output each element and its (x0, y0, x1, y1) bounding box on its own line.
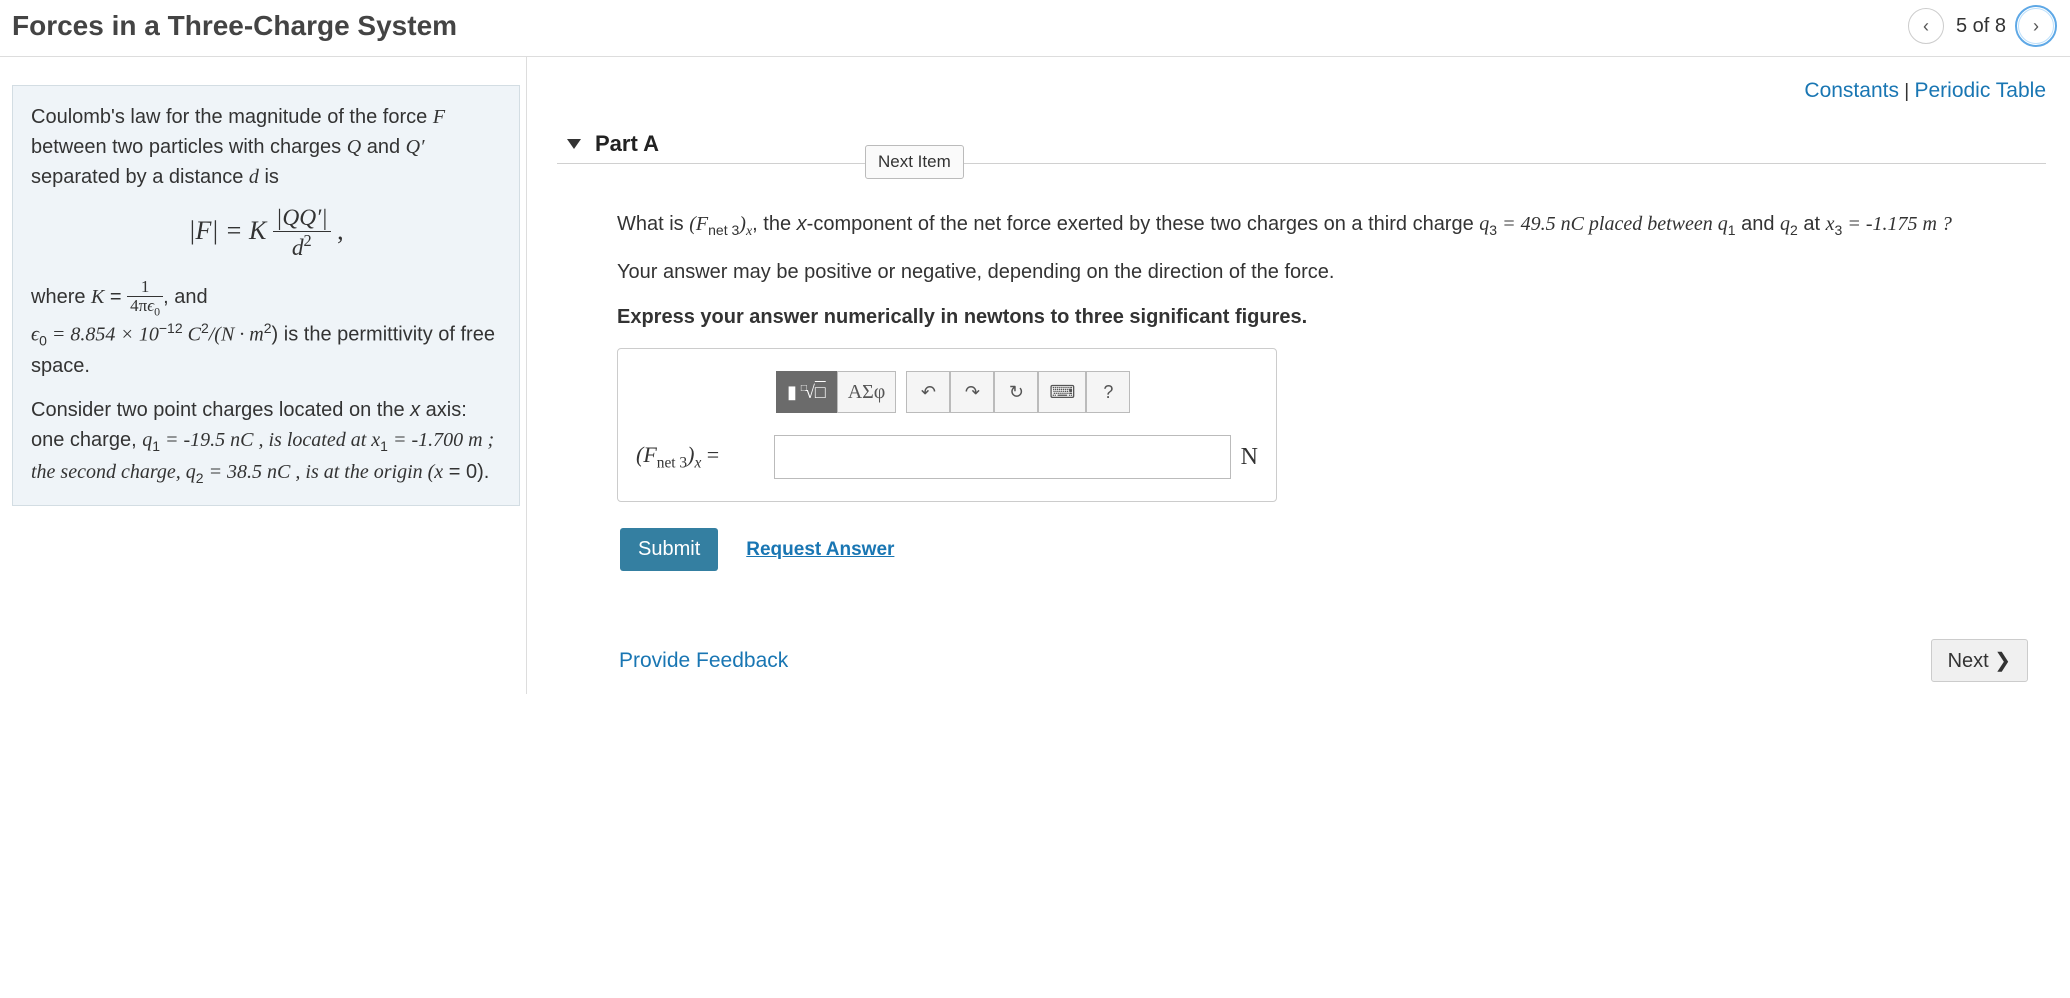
collapse-icon (567, 139, 581, 149)
next-button[interactable]: › (2018, 8, 2054, 44)
undo-icon: ↶ (921, 382, 936, 403)
answer-actions: Submit Request Answer (617, 528, 2036, 571)
help-icon: ? (1103, 382, 1113, 403)
prev-button[interactable]: ‹ (1908, 8, 1944, 44)
question-text: What is (Fnet 3)x, the x-component of th… (617, 210, 2036, 242)
part-label: Part A (595, 131, 659, 157)
part-header[interactable]: Part A Next Item (557, 131, 2046, 164)
next-part-button[interactable]: Next ❯ (1931, 639, 2028, 682)
answer-row: (Fnet 3)x = N (636, 435, 1258, 479)
redo-button[interactable]: ↷ (950, 371, 994, 413)
problem-info: Coulomb's law for the magnitude of the f… (12, 85, 520, 506)
reset-button[interactable]: ↻ (994, 371, 1038, 413)
chevron-left-icon: ‹ (1923, 16, 1929, 37)
reset-icon: ↻ (1009, 382, 1024, 403)
page-header: Forces in a Three-Charge System ‹ 5 of 8… (0, 0, 2070, 57)
next-item-button[interactable]: Next Item (865, 145, 964, 179)
constants-link[interactable]: Constants (1804, 79, 1899, 102)
submit-button[interactable]: Submit (620, 528, 718, 571)
coulomb-intro: Coulomb's law for the magnitude of the f… (31, 102, 501, 192)
answer-box: ▮ □√□ ΑΣφ ↶ ↷ ↻ ⌨ ? (Fnet 3)x = (617, 348, 1277, 502)
answer-label: (Fnet 3)x = (636, 439, 764, 475)
page-nav: ‹ 5 of 8 › (1908, 8, 2054, 44)
main-content: Coulomb's law for the magnitude of the f… (0, 57, 2070, 694)
keyboard-icon: ⌨ (1049, 382, 1075, 403)
sqrt-icon: □√□ (801, 382, 826, 403)
page-counter: 5 of 8 (1956, 15, 2006, 38)
request-answer-link[interactable]: Request Answer (746, 536, 894, 564)
templates-button[interactable]: ▮ □√□ (776, 371, 837, 413)
coulomb-formula: |F| = K |QQ′| d2 , (31, 206, 501, 260)
greek-button[interactable]: ΑΣφ (837, 371, 897, 413)
answer-input[interactable] (774, 435, 1231, 479)
right-column: Constants | Periodic Table Part A Next I… (526, 57, 2070, 694)
equation-toolbar: ▮ □√□ ΑΣφ ↶ ↷ ↻ ⌨ ? (776, 371, 1258, 413)
page-title: Forces in a Three-Charge System (12, 10, 457, 42)
reference-links: Constants | Periodic Table (557, 75, 2046, 131)
charge-setup: Consider two point charges located on th… (31, 395, 501, 489)
format-hint: Express your answer numerically in newto… (617, 303, 2036, 332)
direction-hint: Your answer may be positive or negative,… (617, 258, 2036, 287)
answer-unit: N (1241, 440, 1258, 475)
periodic-table-link[interactable]: Periodic Table (1914, 79, 2046, 102)
undo-button[interactable]: ↶ (906, 371, 950, 413)
question-content: What is (Fnet 3)x, the x-component of th… (557, 164, 2046, 694)
chevron-right-icon: › (2033, 16, 2039, 37)
redo-icon: ↷ (965, 382, 980, 403)
keyboard-button[interactable]: ⌨ (1038, 371, 1086, 413)
content-footer: Provide Feedback Next ❯ (617, 571, 2036, 694)
provide-feedback-link[interactable]: Provide Feedback (619, 646, 788, 676)
k-definition: where K = 1 4πϵ0 , and ϵ0 = 8.854 × 10−1… (31, 278, 501, 381)
help-button[interactable]: ? (1086, 371, 1130, 413)
rect-icon: ▮ (787, 382, 797, 403)
left-column: Coulomb's law for the magnitude of the f… (0, 57, 526, 694)
